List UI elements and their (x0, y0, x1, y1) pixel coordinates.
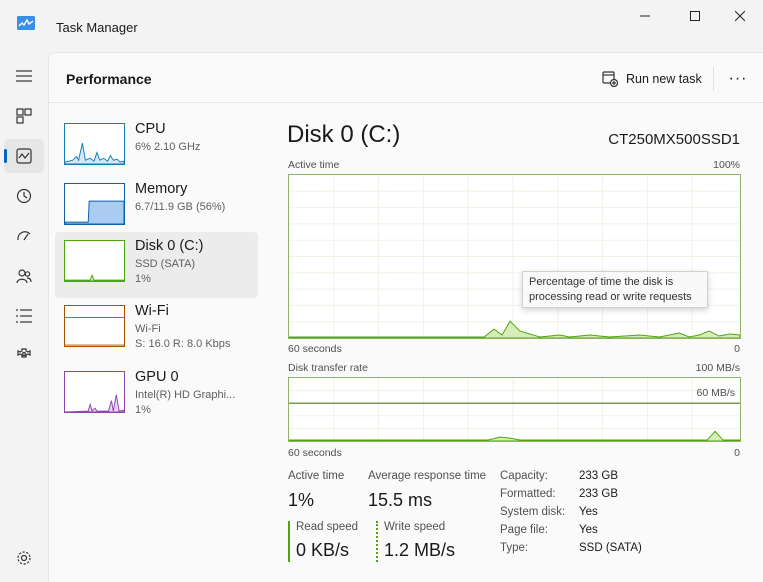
active-time-chart-label: Active time (288, 159, 340, 171)
device-name: CPU (135, 121, 166, 137)
processes-icon (16, 108, 32, 124)
run-task-icon (602, 71, 618, 87)
performance-icon (16, 148, 32, 164)
nav-menu-button[interactable] (4, 59, 44, 93)
property-value: 233 GB (579, 488, 618, 500)
active-time-value: 1% (288, 490, 315, 510)
maximize-button[interactable] (672, 6, 718, 26)
nav-rail (0, 52, 48, 582)
window-title: Task Manager (56, 20, 138, 35)
write-speed-label: Write speed (384, 521, 446, 533)
more-icon: ··· (728, 70, 748, 87)
device-usage: 1% (135, 273, 151, 285)
device-disk[interactable]: Disk 0 (C:) SSD (SATA) 1% (55, 232, 258, 298)
property-label: Formatted: (500, 488, 556, 500)
run-new-task-button[interactable]: Run new task (602, 68, 702, 90)
disk-title: Disk 0 (C:) (287, 121, 401, 148)
nav-app-history[interactable] (4, 179, 44, 213)
property-label: Type: (500, 542, 529, 554)
property-label: Capacity: (500, 470, 548, 482)
device-detail: Intel(R) HD Graphi... (135, 389, 236, 401)
device-name: GPU 0 (135, 369, 179, 385)
app-history-icon (16, 188, 32, 204)
read-speed-label: Read speed (296, 521, 359, 533)
device-usage: S: 16.0 R: 8.0 Kbps (135, 338, 231, 350)
active-time-max-label: 100% (713, 159, 740, 171)
property-label: System disk: (500, 506, 566, 518)
property-value: Yes (579, 506, 598, 518)
more-options-button[interactable]: ··· (726, 68, 750, 90)
property-label: Page file: (500, 524, 548, 536)
avg-response-value: 15.5 ms (368, 490, 433, 510)
device-detail: Wi-Fi (135, 323, 161, 335)
device-detail: SSD (SATA) (135, 258, 196, 270)
device-cpu[interactable]: CPU 6% 2.10 GHz (55, 115, 258, 181)
minimize-button[interactable] (622, 6, 668, 26)
main-panel: Performance Run new task ··· CPU 6% 2.10… (48, 52, 763, 582)
nav-startup-apps[interactable] (4, 219, 44, 253)
read-speed-value: 0 KB/s (296, 540, 350, 560)
transfer-rate-x-left: 60 seconds (288, 447, 342, 459)
write-speed-value: 1.2 MB/s (384, 540, 456, 560)
active-time-x-left: 60 seconds (288, 343, 342, 355)
settings-icon (17, 551, 31, 565)
close-icon (735, 11, 745, 21)
device-name: Memory (135, 181, 188, 197)
nav-processes[interactable] (4, 99, 44, 133)
transfer-rate-x-right: 0 (734, 447, 740, 459)
active-time-label: Active time (288, 470, 345, 482)
nav-services[interactable] (4, 339, 44, 373)
startup-apps-icon (17, 231, 31, 241)
nav-settings[interactable] (4, 541, 44, 575)
device-detail: 6.7/11.9 GB (56%) (135, 201, 226, 213)
wifi-thumbnail (64, 305, 125, 347)
details-icon (16, 309, 32, 323)
cpu-thumbnail (64, 123, 125, 165)
device-detail: 6% 2.10 GHz (135, 141, 201, 153)
avg-response-label: Average response time (368, 470, 487, 482)
device-name: Disk 0 (C:) (135, 238, 204, 254)
device-name: Wi-Fi (135, 303, 169, 319)
transfer-rate-chart (288, 377, 741, 442)
disk-thumbnail (64, 240, 125, 282)
property-value: SSD (SATA) (579, 542, 642, 554)
active-time-chart (288, 174, 741, 339)
maximize-icon (690, 11, 700, 21)
nav-users[interactable] (4, 259, 44, 293)
nav-performance[interactable] (4, 139, 44, 173)
property-value: 233 GB (579, 470, 618, 482)
services-icon (17, 348, 31, 358)
transfer-rate-line-label: 60 MB/s (696, 387, 735, 399)
hamburger-menu-icon (16, 70, 32, 82)
active-time-x-right: 0 (734, 343, 740, 355)
write-speed-indicator (376, 521, 378, 562)
gpu-thumbnail (64, 371, 125, 413)
minimize-icon (640, 15, 650, 17)
nav-details[interactable] (4, 299, 44, 333)
task-manager-icon (17, 16, 35, 30)
transfer-rate-chart-label: Disk transfer rate (288, 362, 368, 374)
run-new-task-label: Run new task (626, 72, 702, 86)
property-value: Yes (579, 524, 598, 536)
device-gpu[interactable]: GPU 0 Intel(R) HD Graphi... 1% (55, 363, 258, 429)
page-title: Performance (66, 71, 152, 87)
chart-tooltip: Percentage of time the disk is processin… (522, 271, 708, 308)
header-divider (713, 67, 714, 91)
page-header: Performance Run new task ··· (49, 53, 763, 103)
memory-thumbnail (64, 183, 125, 225)
disk-model: CT250MX500SSD1 (608, 131, 740, 148)
close-button[interactable] (717, 6, 763, 26)
transfer-rate-max-label: 100 MB/s (695, 362, 740, 374)
read-speed-indicator (288, 521, 290, 562)
device-usage: 1% (135, 404, 151, 416)
users-icon (16, 269, 32, 284)
title-bar: Task Manager (0, 0, 763, 52)
device-wifi[interactable]: Wi-Fi Wi-Fi S: 16.0 R: 8.0 Kbps (55, 297, 258, 363)
